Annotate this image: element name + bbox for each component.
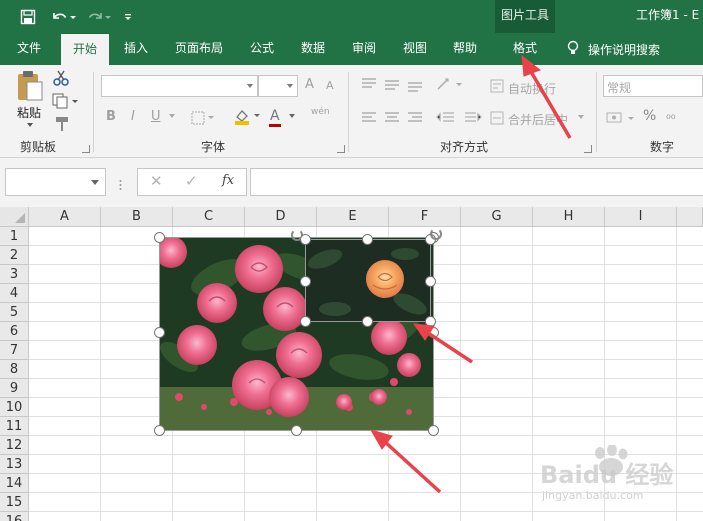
annotation-arrows bbox=[369, 54, 572, 494]
watermark-main-text: Baidu 经验 bbox=[540, 461, 674, 489]
arrow-to-orange-picture bbox=[427, 331, 473, 364]
excel-window: 图片工具 工作簿1 - E 文件 开始 插入 页面布局 公式 数据 审阅 视图 … bbox=[0, 0, 703, 521]
baidu-watermark: Baidu 经验 jingyan.baidu.com bbox=[540, 444, 700, 515]
arrow-to-format-tab bbox=[528, 69, 572, 139]
arrow-to-orange-picture-head bbox=[412, 323, 435, 341]
watermark-sub-text: jingyan.baidu.com bbox=[542, 489, 644, 502]
arrow-to-rose-picture bbox=[382, 439, 442, 494]
arrow-to-format-tab-head bbox=[521, 54, 542, 77]
